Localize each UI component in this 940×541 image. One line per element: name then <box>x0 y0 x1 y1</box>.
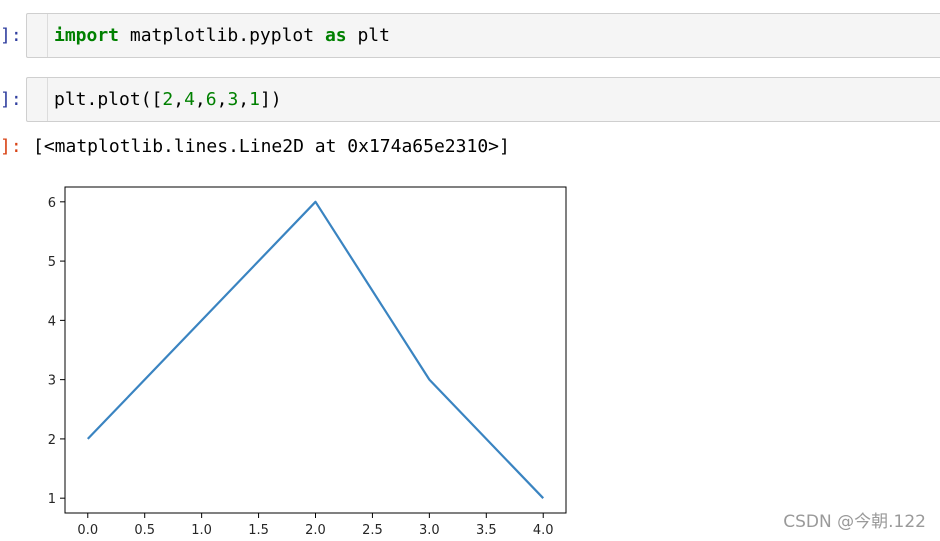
code-call-end: ]) <box>259 89 282 110</box>
keyword-as: as <box>324 25 347 46</box>
code-cell-2[interactable]: plt.plot([2, 4, 6, 3, 1]) <box>26 77 940 122</box>
x-tick-label: 0.5 <box>134 523 155 538</box>
code-alias: plt <box>346 25 390 46</box>
y-axis-ticks: 1 2 3 4 5 6 <box>48 196 65 507</box>
code-comma: , <box>194 89 206 110</box>
cell-2-prompt: ]: <box>0 89 22 110</box>
x-tick-label: 3.0 <box>419 523 440 538</box>
y-tick-label: 1 <box>48 492 56 507</box>
output-text: [<matplotlib.lines.Line2D at 0x174a65e23… <box>33 136 510 157</box>
x-tick-label: 1.5 <box>248 523 269 538</box>
x-tick-label: 3.5 <box>476 523 497 538</box>
line-chart: 0.0 0.5 1.0 1.5 2.0 2.5 3.0 3.5 4.0 1 2 3 4 5 6 <box>48 186 567 538</box>
x-axis-ticks: 0.0 0.5 1.0 1.5 2.0 2.5 3.0 3.5 4.0 <box>77 513 554 538</box>
code-cell-2-input[interactable]: plt.plot([2, 4, 6, 3, 1]) <box>47 78 282 121</box>
plot-frame <box>64 186 567 514</box>
cell-1-prompt: ]: <box>0 25 22 46</box>
code-cell-1-input[interactable]: import matplotlib.pyplot as plt <box>47 14 390 57</box>
y-tick-label: 6 <box>48 196 56 211</box>
y-tick-label: 5 <box>48 255 56 270</box>
code-comma: , <box>238 89 250 110</box>
keyword-import: import <box>54 25 120 46</box>
code-number: 6 <box>205 89 217 110</box>
y-tick-label: 3 <box>48 374 56 389</box>
x-tick-label: 2.5 <box>362 523 383 538</box>
code-call-start: plt.plot([ <box>54 89 163 110</box>
x-tick-label: 2.0 <box>305 523 326 538</box>
code-number: 4 <box>184 89 195 110</box>
code-comma: , <box>173 89 185 110</box>
code-module: matplotlib.pyplot <box>119 25 325 46</box>
y-tick-label: 2 <box>48 433 56 448</box>
code-cell-1[interactable]: import matplotlib.pyplot as plt <box>26 13 940 58</box>
code-number: 1 <box>249 89 260 110</box>
code-comma: , <box>216 89 228 110</box>
code-number: 3 <box>227 89 239 110</box>
output-prompt: ]: <box>0 136 22 157</box>
y-tick-label: 4 <box>48 314 56 329</box>
watermark: CSDN @今朝.122 <box>783 512 926 532</box>
x-tick-label: 1.0 <box>191 523 212 538</box>
code-number: 2 <box>162 89 174 110</box>
x-tick-label: 4.0 <box>533 523 554 538</box>
x-tick-label: 0.0 <box>77 523 98 538</box>
